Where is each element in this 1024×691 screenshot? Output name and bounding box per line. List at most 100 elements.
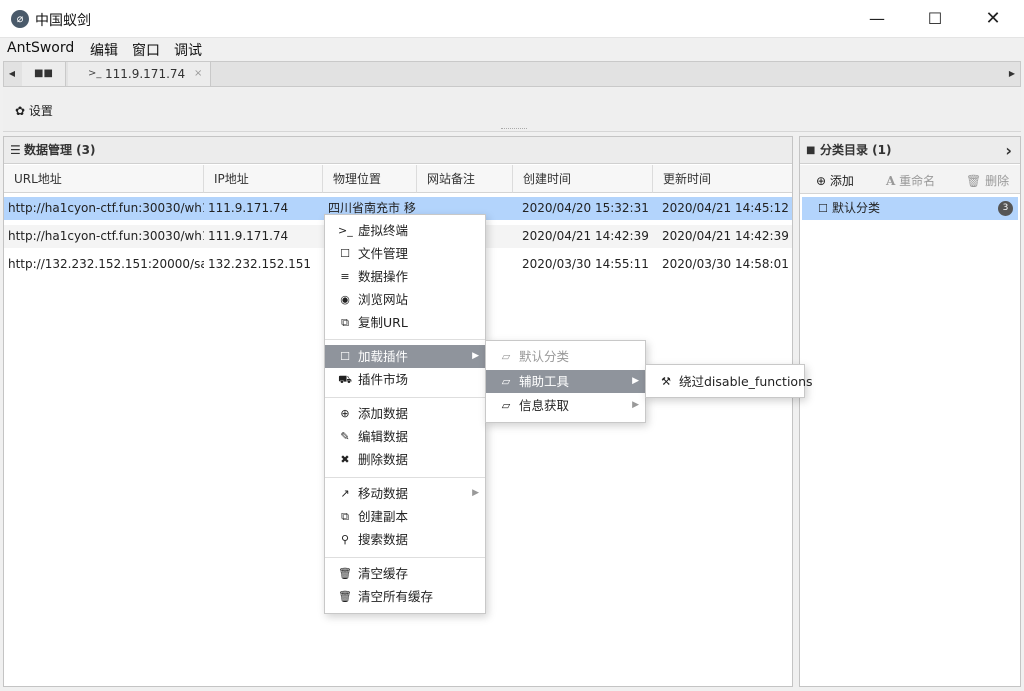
menu-antsword[interactable]: AntSword <box>7 40 74 56</box>
menu-item-copy-url[interactable]: ⧉ 复制URL <box>325 311 485 334</box>
menu-item-file-manager[interactable]: ☐ 文件管理 <box>325 242 485 265</box>
maximize-button[interactable]: ☐ <box>906 0 964 38</box>
submenu-item-default-category[interactable]: ▱ 默认分类 <box>486 345 645 368</box>
tab-scroll-left-icon[interactable]: ◀ <box>4 62 20 86</box>
copy-icon: ⧉ <box>341 510 349 523</box>
cell-url: http://ha1cyon-ctf.fun:30030/wh1 <box>8 229 204 243</box>
menu-item-move-data[interactable]: ↗ 移动数据 ▶ <box>325 482 485 505</box>
font-icon: A <box>886 174 896 188</box>
folder-open-icon: ▱ <box>501 350 511 363</box>
tab-scroll-right-icon[interactable]: ▶ <box>1004 62 1020 86</box>
gear-icon: ✿ <box>15 104 26 118</box>
antsword-logo-icon: ⌀ <box>11 10 29 28</box>
search-icon: ⚲ <box>340 533 350 546</box>
folder-icon: ☐ <box>818 202 828 215</box>
copy-icon: ⧉ <box>341 316 349 329</box>
menu-item-label: 文件管理 <box>358 246 409 261</box>
menu-item-label: 清空所有缓存 <box>358 589 434 604</box>
menu-item-label: 删除数据 <box>358 452 409 467</box>
menu-item-terminal[interactable]: >_ 虚拟终端 <box>325 219 485 242</box>
column-header-updated[interactable]: 更新时间 <box>653 165 792 193</box>
cart-icon: ⛟ <box>338 373 352 386</box>
menu-item-edit-data[interactable]: ✎ 编辑数据 <box>325 425 485 448</box>
tab-home-grid-icon[interactable]: ■■ <box>22 62 66 86</box>
submenu-item-bypass-disable-functions[interactable]: ⚒ 绕过disable_functions <box>646 370 812 393</box>
add-category-label: 添加 <box>829 174 854 188</box>
menu-divider <box>325 557 485 558</box>
delete-category-button[interactable]: 🗑 删除 <box>966 172 1009 189</box>
cell-updated: 2020/04/21 14:45:12 <box>662 201 789 215</box>
plus-circle-icon: ⊕ <box>816 174 827 188</box>
tab-session[interactable]: >_ 111.9.171.74 × <box>68 62 211 86</box>
gavel-icon: ⚒ <box>661 375 671 388</box>
menu-item-label: 加载插件 <box>358 349 409 364</box>
menu-item-create-copy[interactable]: ⧉ 创建副本 <box>325 505 485 528</box>
times-icon: ✖ <box>340 453 350 466</box>
column-header-created[interactable]: 创建时间 <box>513 165 653 193</box>
menu-edit[interactable]: 编辑 <box>90 40 118 60</box>
splitter-handle[interactable] <box>501 128 527 130</box>
menu-item-label: 创建副本 <box>358 509 409 524</box>
close-button[interactable]: ✕ <box>964 0 1022 38</box>
trash-icon: 🗑 <box>338 590 352 603</box>
cell-url: http://ha1cyon-ctf.fun:30030/wh1 <box>8 201 204 215</box>
menu-item-load-plugin[interactable]: ☐ 加载插件 ▶ <box>325 345 485 368</box>
data-panel-title: 数据管理 (3) <box>24 143 96 157</box>
menu-item-search-data[interactable]: ⚲ 搜索数据 <box>325 528 485 551</box>
menu-debug[interactable]: 调试 <box>174 40 202 60</box>
cell-url: http://132.232.152.151:20000/sar <box>8 257 204 271</box>
submenu-arrow-icon: ▶ <box>632 376 639 386</box>
trash-icon: 🗑 <box>966 174 982 188</box>
cell-created: 2020/04/21 14:42:39 <box>522 229 649 243</box>
tab-session-label: 111.9.171.74 <box>105 67 186 81</box>
tab-bar: ◀ ■■ >_ 111.9.171.74 × ▶ <box>3 61 1021 87</box>
menu-window[interactable]: 窗口 <box>132 40 160 60</box>
submenu-item-info-gathering[interactable]: ▱ 信息获取 ▶ <box>486 394 645 417</box>
submenu-arrow-icon: ▶ <box>472 488 479 498</box>
tab-close-icon[interactable]: × <box>194 62 202 86</box>
category-item-label: 默认分类 <box>832 201 881 215</box>
rename-category-button[interactable]: A 重命名 <box>886 172 935 189</box>
cell-ip: 111.9.171.74 <box>208 201 289 215</box>
minimize-button[interactable]: — <box>848 0 906 38</box>
settings-button[interactable]: ✿ 设置 <box>15 102 53 119</box>
column-header-url[interactable]: URL地址 <box>4 165 204 193</box>
cell-created: 2020/04/20 15:32:31 <box>522 201 649 215</box>
trash-icon: 🗑 <box>338 567 352 580</box>
cell-created: 2020/03/30 14:55:11 <box>522 257 649 271</box>
menu-item-browse[interactable]: ◉ 浏览网站 <box>325 288 485 311</box>
cell-ip: 111.9.171.74 <box>208 229 289 243</box>
folder-icon: ■ <box>806 145 816 156</box>
menu-item-add-data[interactable]: ⊕ 添加数据 <box>325 402 485 425</box>
list-icon: ☰ <box>10 143 21 157</box>
database-icon: ≡ <box>340 270 350 283</box>
column-header-note[interactable]: 网站备注 <box>417 165 513 193</box>
delete-category-label: 删除 <box>985 174 1010 188</box>
menu-item-plugin-market[interactable]: ⛟ 插件市场 <box>325 368 485 391</box>
chevron-right-icon[interactable]: › <box>1005 137 1012 164</box>
terminal-icon: >_ <box>338 224 353 237</box>
column-header-ip[interactable]: IP地址 <box>204 165 323 193</box>
edit-icon: ✎ <box>340 430 350 443</box>
menu-item-clear-all-cache[interactable]: 🗑 清空所有缓存 <box>325 585 485 608</box>
chrome-icon: ◉ <box>340 293 350 306</box>
folder-open-icon: ▱ <box>501 375 511 388</box>
add-category-button[interactable]: ⊕ 添加 <box>816 172 854 189</box>
menu-item-label: 辅助工具 <box>519 374 570 389</box>
menu-item-label: 添加数据 <box>358 406 409 421</box>
menu-item-clear-cache[interactable]: 🗑 清空缓存 <box>325 562 485 585</box>
menu-item-label: 插件市场 <box>358 372 409 387</box>
plus-circle-icon: ⊕ <box>340 407 350 420</box>
menu-item-database[interactable]: ≡ 数据操作 <box>325 265 485 288</box>
submenu-item-aux-tools[interactable]: ▱ 辅助工具 ▶ <box>486 370 645 393</box>
category-item-default[interactable]: ☐ 默认分类 3 <box>802 197 1018 220</box>
share-icon: ↗ <box>340 487 350 500</box>
menu-item-label: 数据操作 <box>358 269 409 284</box>
menu-item-label: 搜索数据 <box>358 532 409 547</box>
plugin-submenu: ▱ 默认分类 ▱ 辅助工具 ▶ ▱ 信息获取 ▶ <box>485 340 646 423</box>
menu-item-label: 绕过disable_functions <box>679 374 813 389</box>
column-header-location[interactable]: 物理位置 <box>323 165 417 193</box>
menu-item-delete-data[interactable]: ✖ 删除数据 <box>325 448 485 471</box>
cell-ip: 132.232.152.151 <box>208 257 312 271</box>
data-panel-header: ☰ 数据管理 (3) <box>4 137 792 164</box>
